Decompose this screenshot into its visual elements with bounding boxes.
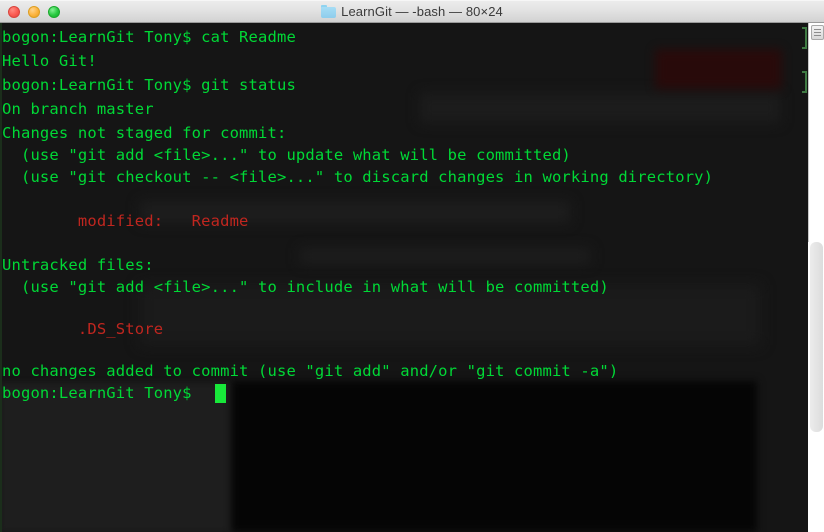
terminal-line: (use "git add <file>..." to include in w… [2,278,609,296]
terminal-line: no changes added to commit (use "git add… [2,362,619,380]
terminal-window: LearnGit — -bash — 80×24 bogon:LearnGit … [0,0,824,532]
window-controls [8,6,60,18]
scrollbar-track-lower[interactable] [808,242,824,532]
terminal-line: Changes not staged for commit: [2,124,287,142]
terminal-line: bogon:LearnGit Tony$ git status [2,76,296,94]
terminal-prompt-line: bogon:LearnGit Tony$ [2,384,202,402]
window-titlebar[interactable]: LearnGit — -bash — 80×24 [0,0,824,23]
scrollbar-thumb[interactable] [811,25,824,40]
close-button[interactable] [8,6,20,18]
terminal-line: Untracked files: [2,256,154,274]
terminal-line: On branch master [2,100,154,118]
background-artifact [0,383,232,532]
terminal-screen[interactable]: bogon:LearnGit Tony$ cat Readme Hello Gi… [0,23,824,532]
terminal-line: Hello Git! [2,52,97,70]
terminal-gutter-mark [802,71,807,93]
terminal-line-untracked: .DS_Store [2,320,164,338]
window-title: LearnGit — -bash — 80×24 [341,4,503,19]
terminal-gutter-mark [802,27,807,49]
terminal-line-modified: modified: Readme [2,212,249,230]
terminal-line: (use "git checkout -- <file>..." to disc… [2,168,714,186]
background-artifact [300,248,590,264]
zoom-button[interactable] [48,6,60,18]
titlebar-highlight [0,0,824,1]
background-artifact [232,381,757,532]
scrollbar-thumb-lower[interactable] [810,242,823,432]
terminal-cursor [215,384,226,403]
folder-icon [321,5,337,18]
terminal-line: (use "git add <file>..." to update what … [2,146,571,164]
background-artifact [420,93,780,123]
background-artifact [655,49,782,89]
terminal-line: bogon:LearnGit Tony$ cat Readme [2,28,296,46]
titlebar-center: LearnGit — -bash — 80×24 [0,0,824,23]
minimize-button[interactable] [28,6,40,18]
